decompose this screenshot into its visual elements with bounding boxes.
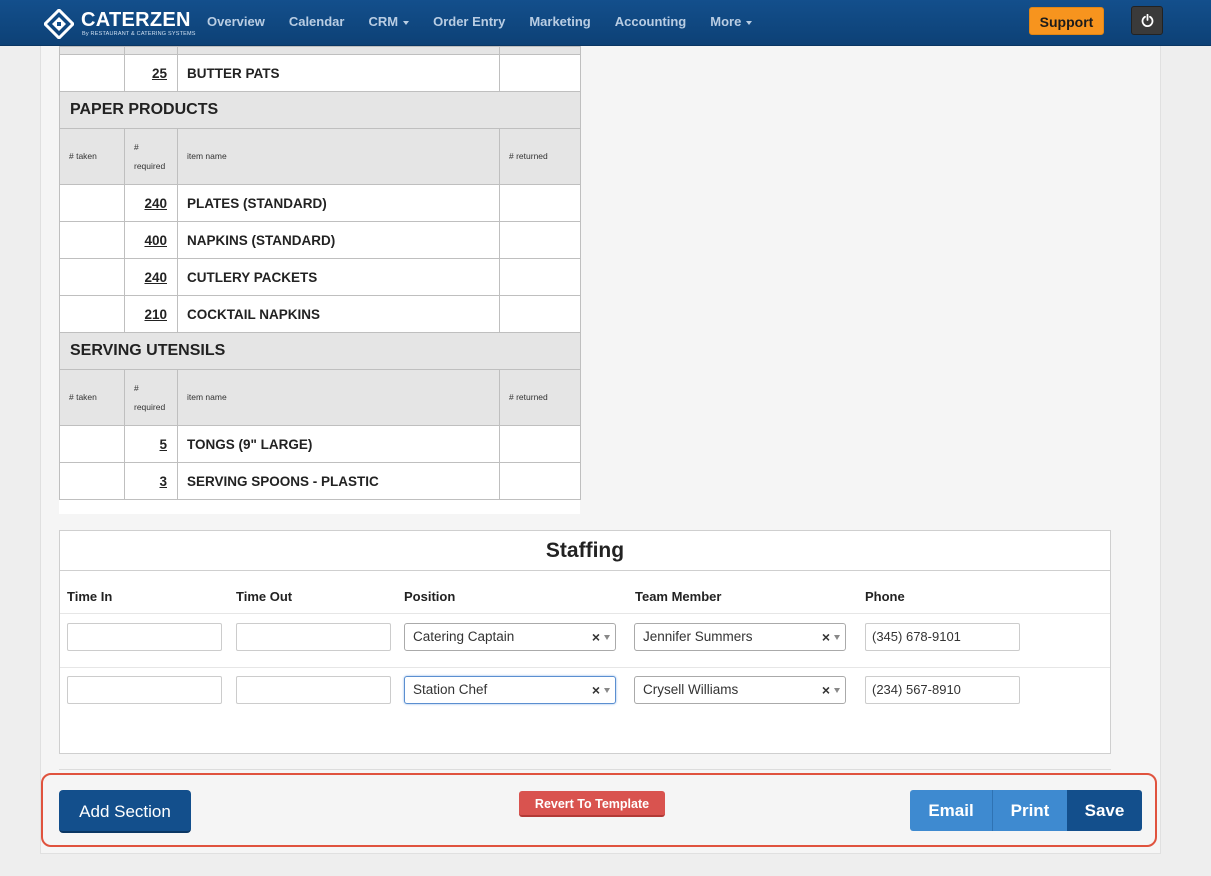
section-title: SERVING UTENSILS [59, 332, 581, 370]
nav-menu: Overview Calendar CRM Order Entry Market… [195, 0, 764, 46]
column-header-row: # taken # required item name # returned [59, 128, 581, 185]
logout-button[interactable] [1131, 6, 1163, 35]
nav-crm[interactable]: CRM [356, 0, 421, 46]
taken-cell[interactable] [59, 54, 125, 92]
power-icon [1141, 14, 1154, 27]
top-navbar: CATERZEN By RESTAURANT & CATERING SYSTEM… [0, 0, 1211, 46]
returned-cell[interactable] [499, 295, 581, 333]
returned-cell[interactable] [499, 221, 581, 259]
taken-cell[interactable] [59, 221, 125, 259]
table-row: 240 CUTLERY PACKETS [59, 258, 581, 296]
nav-accounting[interactable]: Accounting [603, 0, 699, 46]
header-phone: Phone [865, 589, 905, 604]
staff-row: Station Chef × Crysell Williams × (234) … [60, 667, 1110, 721]
required-qty-link[interactable]: 25 [124, 54, 178, 92]
supply-checklist: 25 BUTTER PATS PAPER PRODUCTS # taken # r… [59, 46, 581, 514]
item-name: BUTTER PATS [177, 54, 500, 92]
required-qty-link[interactable]: 240 [124, 184, 178, 222]
header-time-out: Time Out [236, 589, 293, 604]
table-row: 25 BUTTER PATS [59, 54, 581, 92]
header-team-member: Team Member [635, 589, 722, 604]
table-row: 400 NAPKINS (STANDARD) [59, 221, 581, 259]
clear-icon[interactable]: × [592, 677, 600, 703]
returned-cell[interactable] [499, 54, 581, 92]
time-in-input[interactable] [67, 623, 222, 651]
item-name: PLATES (STANDARD) [177, 184, 500, 222]
header-time-in: Time In [67, 589, 113, 604]
item-name: TONGS (9" LARGE) [177, 425, 500, 463]
taken-cell[interactable] [59, 295, 125, 333]
nav-calendar[interactable]: Calendar [277, 0, 357, 46]
taken-cell[interactable] [59, 462, 125, 500]
taken-cell[interactable] [59, 258, 125, 296]
brand-name: CATERZEN [81, 9, 191, 31]
phone-input[interactable]: (345) 678-9101 [865, 623, 1020, 651]
staffing-section: Staffing Time In Time Out Position Team … [59, 530, 1111, 754]
chevron-down-icon[interactable] [834, 635, 840, 640]
save-button[interactable]: Save [1067, 790, 1142, 831]
taken-cell[interactable] [59, 425, 125, 463]
returned-cell[interactable] [499, 425, 581, 463]
table-row: 210 COCKTAIL NAPKINS [59, 295, 581, 333]
email-button[interactable]: Email [910, 790, 992, 831]
nav-order-entry[interactable]: Order Entry [421, 0, 517, 46]
section-title: PAPER PRODUCTS [59, 91, 581, 129]
caterzen-logo[interactable]: CATERZEN By RESTAURANT & CATERING SYSTEM… [44, 7, 195, 39]
required-qty-link[interactable]: 210 [124, 295, 178, 333]
brand-tagline: By RESTAURANT & CATERING SYSTEMS [82, 31, 196, 37]
revert-to-template-button[interactable]: Revert To Template [519, 791, 665, 817]
divider [59, 769, 1111, 770]
chevron-down-icon[interactable] [834, 688, 840, 693]
team-member-select[interactable]: Crysell Williams × [634, 676, 846, 704]
staffing-title: Staffing [60, 531, 1110, 571]
required-qty-link[interactable]: 3 [124, 462, 178, 500]
position-select[interactable]: Station Chef × [404, 676, 616, 704]
clear-icon[interactable]: × [822, 677, 830, 703]
time-in-input[interactable] [67, 676, 222, 704]
support-button[interactable]: Support [1029, 7, 1104, 35]
item-name: COCKTAIL NAPKINS [177, 295, 500, 333]
clear-icon[interactable]: × [592, 624, 600, 650]
add-section-button[interactable]: Add Section [59, 790, 191, 833]
team-member-select[interactable]: Jennifer Summers × [634, 623, 846, 651]
nav-marketing[interactable]: Marketing [517, 0, 602, 46]
taken-cell[interactable] [59, 184, 125, 222]
column-header-row: # taken # required item name # returned [59, 369, 581, 426]
chevron-down-icon[interactable] [604, 688, 610, 693]
item-name: NAPKINS (STANDARD) [177, 221, 500, 259]
phone-input[interactable]: (234) 567-8910 [865, 676, 1020, 704]
position-select[interactable]: Catering Captain × [404, 623, 616, 651]
chevron-down-icon [746, 20, 753, 25]
table-row: 5 TONGS (9" LARGE) [59, 425, 581, 463]
required-qty-link[interactable]: 240 [124, 258, 178, 296]
table-row: 240 PLATES (STANDARD) [59, 184, 581, 222]
returned-cell[interactable] [499, 184, 581, 222]
chevron-down-icon[interactable] [604, 635, 610, 640]
returned-cell[interactable] [499, 258, 581, 296]
table-row: 3 SERVING SPOONS - PLASTIC [59, 462, 581, 500]
required-qty-link[interactable]: 5 [124, 425, 178, 463]
time-out-input[interactable] [236, 623, 391, 651]
print-button[interactable]: Print [992, 790, 1067, 831]
staff-row: Catering Captain × Jennifer Summers × (3… [60, 613, 1110, 667]
nav-overview[interactable]: Overview [195, 0, 277, 46]
nav-more[interactable]: More [698, 0, 764, 46]
item-name: CUTLERY PACKETS [177, 258, 500, 296]
header-position: Position [404, 589, 456, 604]
item-name: SERVING SPOONS - PLASTIC [177, 462, 500, 500]
clear-icon[interactable]: × [822, 624, 830, 650]
required-qty-link[interactable]: 400 [124, 221, 178, 259]
chevron-down-icon [403, 20, 410, 25]
time-out-input[interactable] [236, 676, 391, 704]
logo-diamond-icon [44, 9, 74, 39]
returned-cell[interactable] [499, 462, 581, 500]
